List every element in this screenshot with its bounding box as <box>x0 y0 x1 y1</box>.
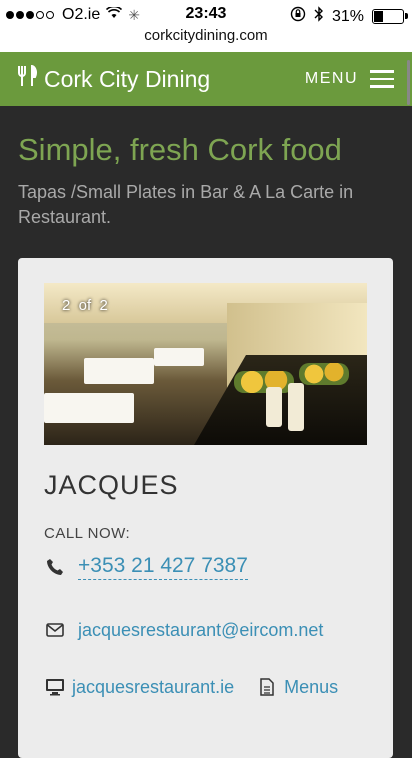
call-now-label: CALL NOW: <box>44 525 131 542</box>
envelope-icon <box>44 619 66 641</box>
address-bar-url[interactable]: corkcitydining.com <box>0 27 412 44</box>
website-link[interactable]: jacquesrestaurant.ie <box>72 677 234 698</box>
menus-link[interactable]: Menus <box>284 677 338 698</box>
restaurant-card: 2 of 2 JACQUES CALL NOW: +353 21 427 738… <box>18 258 393 758</box>
hero-section: Simple, fresh Cork food Tapas /Small Pla… <box>0 106 412 230</box>
page-scrollbar[interactable] <box>407 60 410 105</box>
phone-link[interactable]: +353 21 427 7387 <box>78 554 248 580</box>
menu-label: MENU <box>304 70 358 87</box>
site-title: Cork City Dining <box>44 65 211 92</box>
document-icon <box>256 676 278 698</box>
site-logo-link[interactable]: Cork City Dining <box>18 64 211 93</box>
restaurant-photo-slider[interactable]: 2 of 2 <box>44 283 367 445</box>
battery-percent: 31% <box>331 7 364 25</box>
rotation-lock-icon <box>290 6 306 27</box>
hamburger-icon <box>370 65 394 93</box>
website-row: jacquesrestaurant.ie Menus <box>44 676 338 698</box>
phone-row: +353 21 427 7387 <box>44 554 248 580</box>
menu-button[interactable]: MENU <box>305 65 394 93</box>
status-bar: O2.ie ✳ 23:43 31% corkcitydining.com <box>0 0 412 52</box>
phone-icon <box>44 556 66 578</box>
bluetooth-icon <box>314 6 324 27</box>
page-tagline: Tapas /Small Plates in Bar & A La Carte … <box>18 182 354 227</box>
email-link[interactable]: jacquesrestaurant@eircom.net <box>78 620 323 641</box>
monitor-icon <box>44 676 66 698</box>
battery-icon <box>372 9 408 24</box>
restaurant-name: JACQUES <box>44 470 179 500</box>
site-header: Cork City Dining MENU <box>0 52 412 106</box>
fork-knife-icon <box>18 64 38 93</box>
slide-counter: 2 of 2 <box>62 297 108 314</box>
page-headline: Simple, fresh Cork food <box>18 132 342 167</box>
email-row: jacquesrestaurant@eircom.net <box>44 619 323 641</box>
